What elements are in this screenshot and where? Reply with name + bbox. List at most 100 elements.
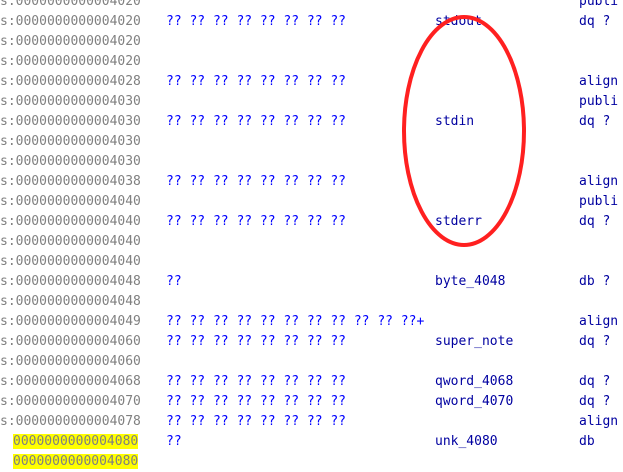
symbol-label[interactable]: stdin — [435, 112, 474, 132]
address: s:0000000000004030 — [0, 112, 141, 132]
directive: dq ? — [579, 214, 611, 229]
listing-row[interactable]: 0000000000004080?? unk_4080 db — [0, 432, 623, 452]
address: s:0000000000004040 — [0, 252, 141, 272]
address: s:0000000000004040 — [0, 232, 141, 252]
segment-prefix: s: — [0, 234, 16, 249]
hex-bytes: ?? ?? ?? ?? ?? ?? ?? ?? — [166, 114, 347, 129]
hex-bytes: ?? ?? ?? ?? ?? ?? ?? ?? — [166, 14, 347, 29]
address: s:0000000000004040 — [0, 212, 141, 232]
segment-prefix: s: — [0, 74, 16, 89]
segment-prefix: s: — [0, 334, 16, 349]
symbol-label[interactable]: stderr — [435, 212, 482, 232]
address-value: 0000000000004040 — [15, 214, 141, 229]
listing-row[interactable]: 0000000000004080 — [0, 452, 623, 472]
listing-row[interactable]: s:0000000000004030 publi — [0, 92, 623, 112]
operand: ? — [602, 274, 611, 289]
address-value: 0000000000004080 — [13, 454, 139, 469]
symbol-label[interactable]: unk_4080 — [435, 432, 498, 452]
address: s:0000000000004028 — [0, 72, 141, 92]
listing-row[interactable]: s:0000000000004040 publi — [0, 192, 623, 212]
segment-prefix: s: — [0, 94, 16, 109]
listing-row[interactable]: s:0000000000004068 ?? ?? ?? ?? ?? ?? ?? ?… — [0, 372, 623, 392]
address-value: 0000000000004049 — [15, 314, 141, 329]
listing-row[interactable]: s:0000000000004040 — [0, 252, 623, 272]
directive: align — [579, 174, 619, 189]
listing-row[interactable]: s:0000000000004049 ?? ?? ?? ?? ?? ?? ?? ?… — [0, 312, 623, 332]
listing-row[interactable]: s:0000000000004078 ?? ?? ?? ?? ?? ?? ?? ?… — [0, 412, 623, 432]
segment-prefix: s: — [0, 194, 16, 209]
segment-prefix: s: — [0, 14, 16, 29]
address: s:0000000000004048 — [0, 292, 141, 312]
listing-row[interactable]: s:0000000000004030 — [0, 152, 623, 172]
address-value: 0000000000004080 — [13, 434, 139, 449]
listing-row[interactable]: s:0000000000004030 — [0, 132, 623, 152]
address-value: 0000000000004078 — [15, 414, 141, 429]
address: s:0000000000004078 — [0, 412, 141, 432]
listing-row[interactable]: s:0000000000004060 — [0, 352, 623, 372]
listing-row[interactable]: s:0000000000004038 ?? ?? ?? ?? ?? ?? ?? ?… — [0, 172, 623, 192]
listing-row[interactable]: s:0000000000004020 — [0, 32, 623, 52]
segment-prefix: s: — [0, 374, 16, 389]
hex-bytes: ?? ?? ?? ?? ?? ?? ?? ?? — [166, 394, 347, 409]
hex-bytes: ?? ?? ?? ?? ?? ?? ?? ?? — [166, 214, 347, 229]
hex-bytes: ?? — [166, 274, 182, 289]
segment-prefix: s: — [0, 174, 16, 189]
segment-prefix: s: — [0, 294, 16, 309]
address-value: 0000000000004030 — [15, 134, 141, 149]
address: s:0000000000004068 — [0, 372, 141, 392]
directive: dq ? — [579, 334, 611, 349]
address: s:0000000000004020 — [0, 12, 141, 32]
listing-row[interactable]: s:0000000000004070 ?? ?? ?? ?? ?? ?? ?? ?… — [0, 392, 623, 412]
address: s:0000000000004020 — [0, 52, 141, 72]
directive: publi — [579, 194, 619, 209]
address: s:0000000000004070 — [0, 392, 141, 412]
directive: align — [579, 414, 619, 429]
listing-row[interactable]: s:0000000000004020 publi — [0, 0, 623, 12]
operand: ? — [602, 114, 611, 129]
symbol-label[interactable]: byte_4048 — [435, 272, 505, 292]
address: s:0000000000004030 — [0, 132, 141, 152]
hex-bytes: ?? ?? ?? ?? ?? ?? ?? ?? ?? ?? ??+ — [166, 314, 425, 329]
disassembly-listing[interactable]: s:0000000000004020 publi s:000000000000402… — [0, 0, 623, 472]
symbol-label[interactable]: qword_4070 — [435, 392, 513, 412]
address: s:0000000000004060 — [0, 332, 141, 352]
segment-prefix: s: — [0, 214, 16, 229]
segment-prefix: s: — [0, 414, 16, 429]
directive: align — [579, 74, 619, 89]
hex-bytes: ?? ?? ?? ?? ?? ?? ?? ?? — [166, 74, 347, 89]
listing-row[interactable]: s:0000000000004048 — [0, 292, 623, 312]
address-value: 0000000000004040 — [15, 254, 141, 269]
address: s:0000000000004038 — [0, 172, 141, 192]
address-value: 0000000000004048 — [15, 294, 141, 309]
directive: publi — [579, 94, 619, 109]
address-value: 0000000000004048 — [15, 274, 141, 289]
listing-row[interactable]: s:0000000000004040 — [0, 232, 623, 252]
symbol-label[interactable]: super_note — [435, 332, 513, 352]
listing-row[interactable]: s:0000000000004040 ?? ?? ?? ?? ?? ?? ?? ?… — [0, 212, 623, 232]
symbol-label[interactable]: stdout — [435, 12, 482, 32]
address-value: 0000000000004040 — [15, 234, 141, 249]
segment-prefix: s: — [0, 54, 16, 69]
address: s:0000000000004030 — [0, 152, 141, 172]
segment-prefix: s: — [0, 0, 16, 9]
listing-row[interactable]: s:0000000000004048?? byte_4048 db ? — [0, 272, 623, 292]
segment-prefix: s: — [0, 34, 16, 49]
listing-row[interactable]: s:0000000000004020 ?? ?? ?? ?? ?? ?? ?? ?… — [0, 12, 623, 32]
address: 0000000000004080 — [13, 432, 139, 452]
address-value: 0000000000004028 — [15, 74, 141, 89]
listing-row[interactable]: s:0000000000004020 — [0, 52, 623, 72]
address: s:0000000000004049 — [0, 312, 141, 332]
listing-row[interactable]: s:0000000000004028 ?? ?? ?? ?? ?? ?? ?? ?… — [0, 72, 623, 92]
directive: dq ? — [579, 394, 611, 409]
address-value: 0000000000004038 — [15, 174, 141, 189]
listing-row[interactable]: s:0000000000004030 ?? ?? ?? ?? ?? ?? ?? ?… — [0, 112, 623, 132]
listing-row[interactable]: s:0000000000004060 ?? ?? ?? ?? ?? ?? ?? ?… — [0, 332, 623, 352]
directive: publi — [579, 0, 619, 9]
address-value: 0000000000004060 — [15, 334, 141, 349]
segment-prefix: s: — [0, 254, 16, 269]
directive: dq ? — [579, 14, 611, 29]
symbol-label[interactable]: qword_4068 — [435, 372, 513, 392]
address-value: 0000000000004068 — [15, 374, 141, 389]
directive: dq ? — [579, 114, 611, 129]
operand: ? — [602, 394, 611, 409]
